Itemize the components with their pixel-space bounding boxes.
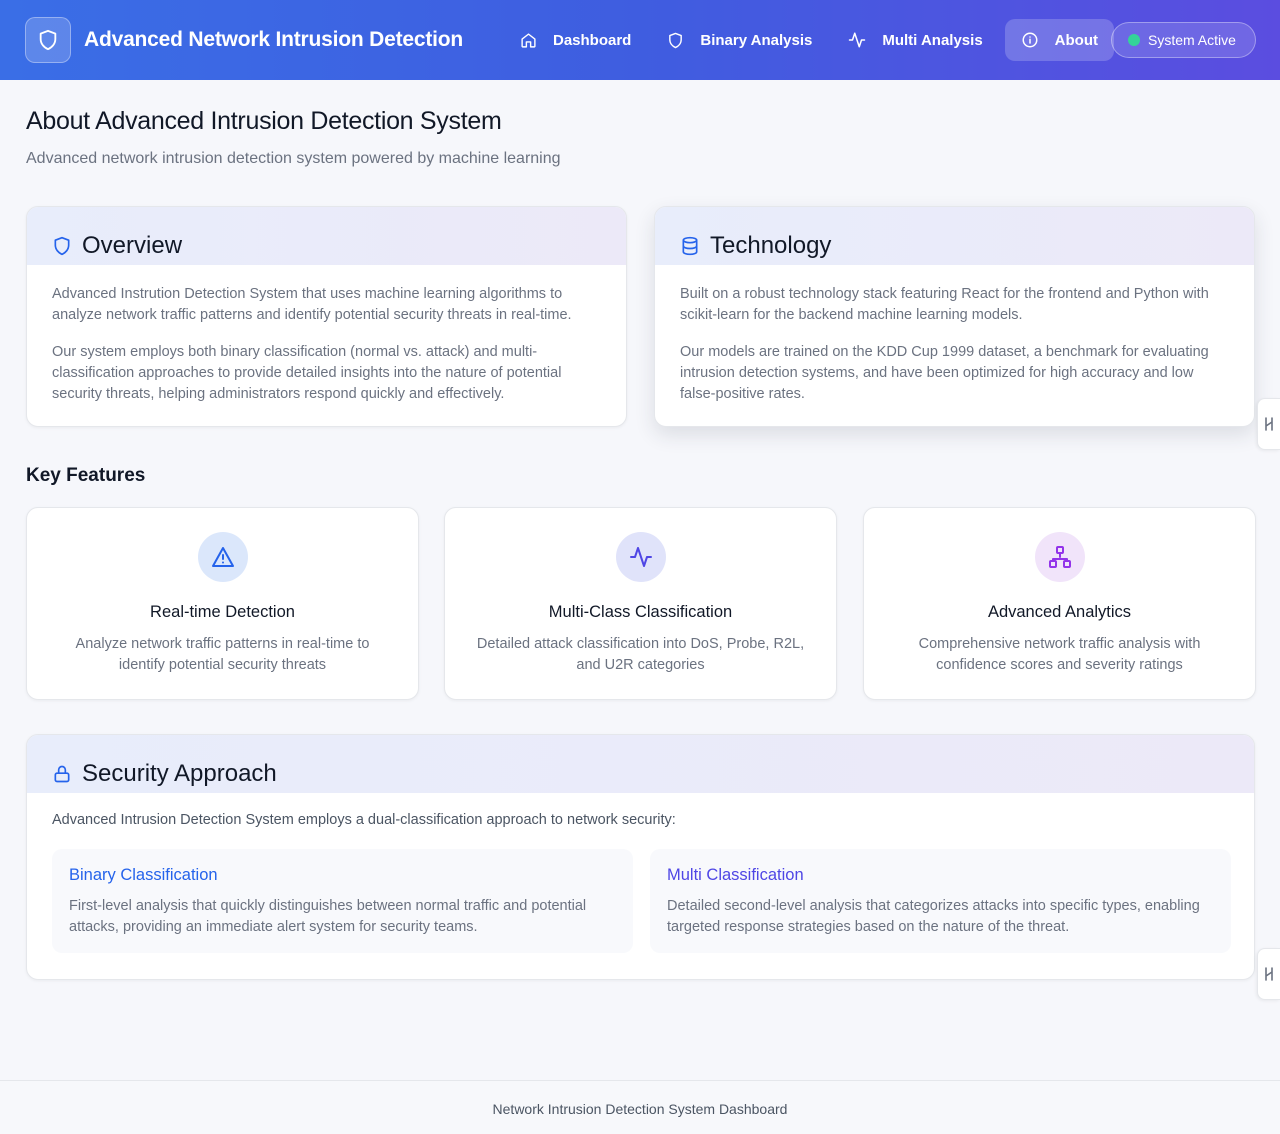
nav-binary-analysis-label: Binary Analysis — [700, 31, 813, 49]
overview-title: Overview — [82, 232, 183, 259]
nav-about[interactable]: About — [1004, 19, 1114, 61]
security-approach-title: Security Approach — [82, 760, 277, 787]
overview-paragraph: Our system employs both binary classific… — [52, 344, 562, 402]
binary-classification-box: Binary Classification First-level analys… — [52, 849, 633, 953]
overview-card-header: Overview — [27, 207, 626, 265]
side-panel-toggle[interactable] — [1257, 398, 1280, 450]
binary-classification-title: Binary Classification — [69, 866, 218, 884]
app-title: Advanced Network Intrusion Detection — [84, 28, 464, 51]
multi-classification-box: Multi Classification Detailed second-lev… — [650, 849, 1231, 953]
multi-classification-desc: Detailed second-level analysis that cate… — [667, 898, 1200, 935]
security-approach-card: Security Approach Advanced Intrusion Det… — [26, 734, 1255, 980]
system-status-label: System Active — [1148, 32, 1236, 48]
technology-body: Built on a robust technology stack featu… — [655, 265, 1254, 405]
footer: Network Intrusion Detection System Dashb… — [0, 1080, 1280, 1134]
technology-paragraph: Our models are trained on the KDD Cup 19… — [680, 344, 1209, 402]
side-panel-toggle[interactable] — [1257, 948, 1280, 1000]
multi-classification-title: Multi Classification — [667, 866, 804, 884]
main-nav: Dashboard Binary Analysis Multi Analysis… — [506, 19, 1114, 61]
feature-title: Multi-Class Classification — [548, 603, 733, 621]
activity-icon — [629, 547, 652, 567]
feature-card-analytics: Advanced Analytics Comprehensive network… — [863, 507, 1256, 700]
status-dot-icon — [1128, 34, 1140, 46]
feature-card-realtime: Real-time Detection Analyze network traf… — [26, 507, 419, 700]
nav-dashboard-label: Dashboard — [553, 31, 632, 49]
shield-icon — [669, 32, 683, 48]
footer-text: Network Intrusion Detection System Dashb… — [492, 1101, 788, 1117]
grip-icon — [1265, 967, 1273, 981]
nav-multi-analysis[interactable]: Multi Analysis — [834, 19, 996, 61]
feature-title: Advanced Analytics — [987, 603, 1132, 621]
feature-description: Comprehensive network traffic analysis w… — [918, 636, 1201, 673]
feature-icon-wrap — [1034, 532, 1085, 582]
feature-description: Detailed attack classification into DoS,… — [476, 636, 805, 673]
technology-paragraph: Built on a robust technology stack featu… — [680, 286, 1209, 323]
shield-icon — [54, 236, 70, 256]
binary-classification-desc: First-level analysis that quickly distin… — [69, 898, 587, 935]
technology-title: Technology — [710, 232, 832, 259]
feature-icon-wrap — [615, 532, 666, 582]
nav-about-label: About — [1054, 31, 1098, 49]
nav-binary-analysis[interactable]: Binary Analysis — [653, 19, 826, 61]
grip-icon — [1265, 417, 1273, 431]
lock-icon — [54, 765, 70, 783]
logo[interactable] — [25, 17, 71, 63]
shield-icon — [39, 29, 57, 51]
security-approach-header: Security Approach — [27, 735, 1254, 793]
database-icon — [682, 236, 698, 256]
overview-body: Advanced Instrution Detection System tha… — [27, 265, 626, 405]
nav-multi-analysis-label: Multi Analysis — [882, 31, 983, 49]
network-icon — [1048, 546, 1071, 568]
feature-title: Real-time Detection — [150, 603, 295, 621]
key-features-title: Key Features — [26, 465, 146, 486]
top-navbar: Advanced Network Intrusion Detection Das… — [0, 0, 1280, 80]
technology-card-header: Technology — [655, 207, 1254, 265]
alert-triangle-icon — [211, 547, 234, 567]
page-subtitle: Advanced network intrusion detection sys… — [26, 150, 561, 167]
nav-dashboard[interactable]: Dashboard — [506, 19, 645, 61]
overview-card: Overview Advanced Instrution Detection S… — [26, 206, 627, 427]
home-icon — [521, 32, 536, 48]
feature-icon-wrap — [197, 532, 248, 582]
feature-description: Analyze network traffic patterns in real… — [75, 636, 370, 673]
overview-paragraph: Advanced Instrution Detection System tha… — [52, 286, 572, 323]
page-title: About Advanced Intrusion Detection Syste… — [26, 107, 502, 135]
activity-icon — [849, 32, 866, 48]
technology-card: Technology Built on a robust technology … — [654, 206, 1255, 427]
system-status-badge: System Active — [1111, 22, 1256, 58]
security-approach-intro: Advanced Intrusion Detection System empl… — [52, 812, 676, 828]
feature-card-multiclass: Multi-Class Classification Detailed atta… — [444, 507, 837, 700]
info-icon — [1022, 32, 1038, 48]
